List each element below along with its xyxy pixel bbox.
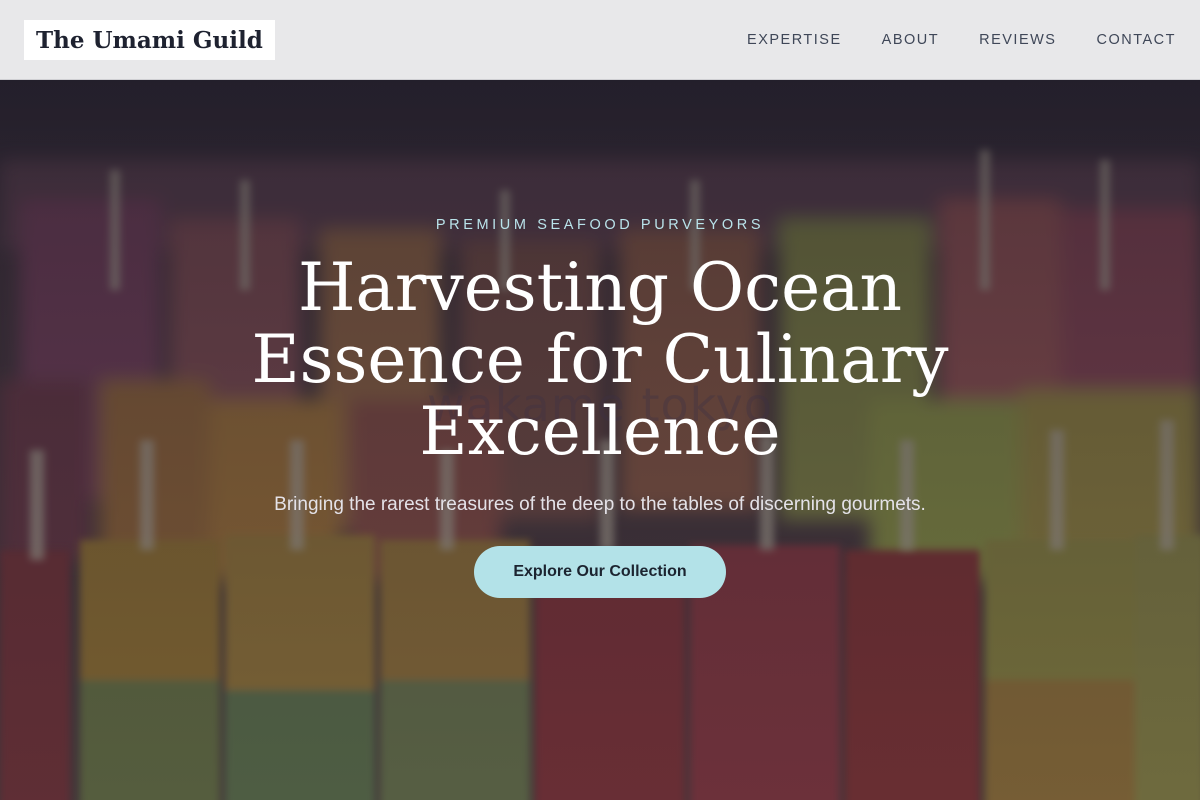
nav-link-expertise[interactable]: EXPERTISE	[747, 32, 842, 48]
hero-subtitle: Bringing the rarest treasures of the dee…	[274, 494, 926, 515]
page: The Umami Guild EXPERTISE ABOUT REVIEWS …	[0, 0, 1200, 800]
logo[interactable]: The Umami Guild	[24, 20, 275, 60]
hero-eyebrow: PREMIUM SEAFOOD PURVEYORS	[435, 217, 765, 233]
main-nav: EXPERTISE ABOUT REVIEWS CONTACT	[747, 0, 1176, 80]
nav-link-reviews[interactable]: REVIEWS	[979, 32, 1056, 48]
nav-link-about[interactable]: ABOUT	[882, 32, 939, 48]
logo-text: The Umami Guild	[36, 26, 263, 54]
nav-link-contact[interactable]: CONTACT	[1096, 32, 1176, 48]
explore-collection-button[interactable]: Explore Our Collection	[474, 546, 726, 598]
site-header: The Umami Guild EXPERTISE ABOUT REVIEWS …	[0, 0, 1200, 80]
hero-section: wakame tokyo PREMIUM SEAFOOD PURVEYORS H…	[0, 80, 1200, 800]
hero-headline: Harvesting Ocean Essence for Culinary Ex…	[251, 249, 949, 470]
